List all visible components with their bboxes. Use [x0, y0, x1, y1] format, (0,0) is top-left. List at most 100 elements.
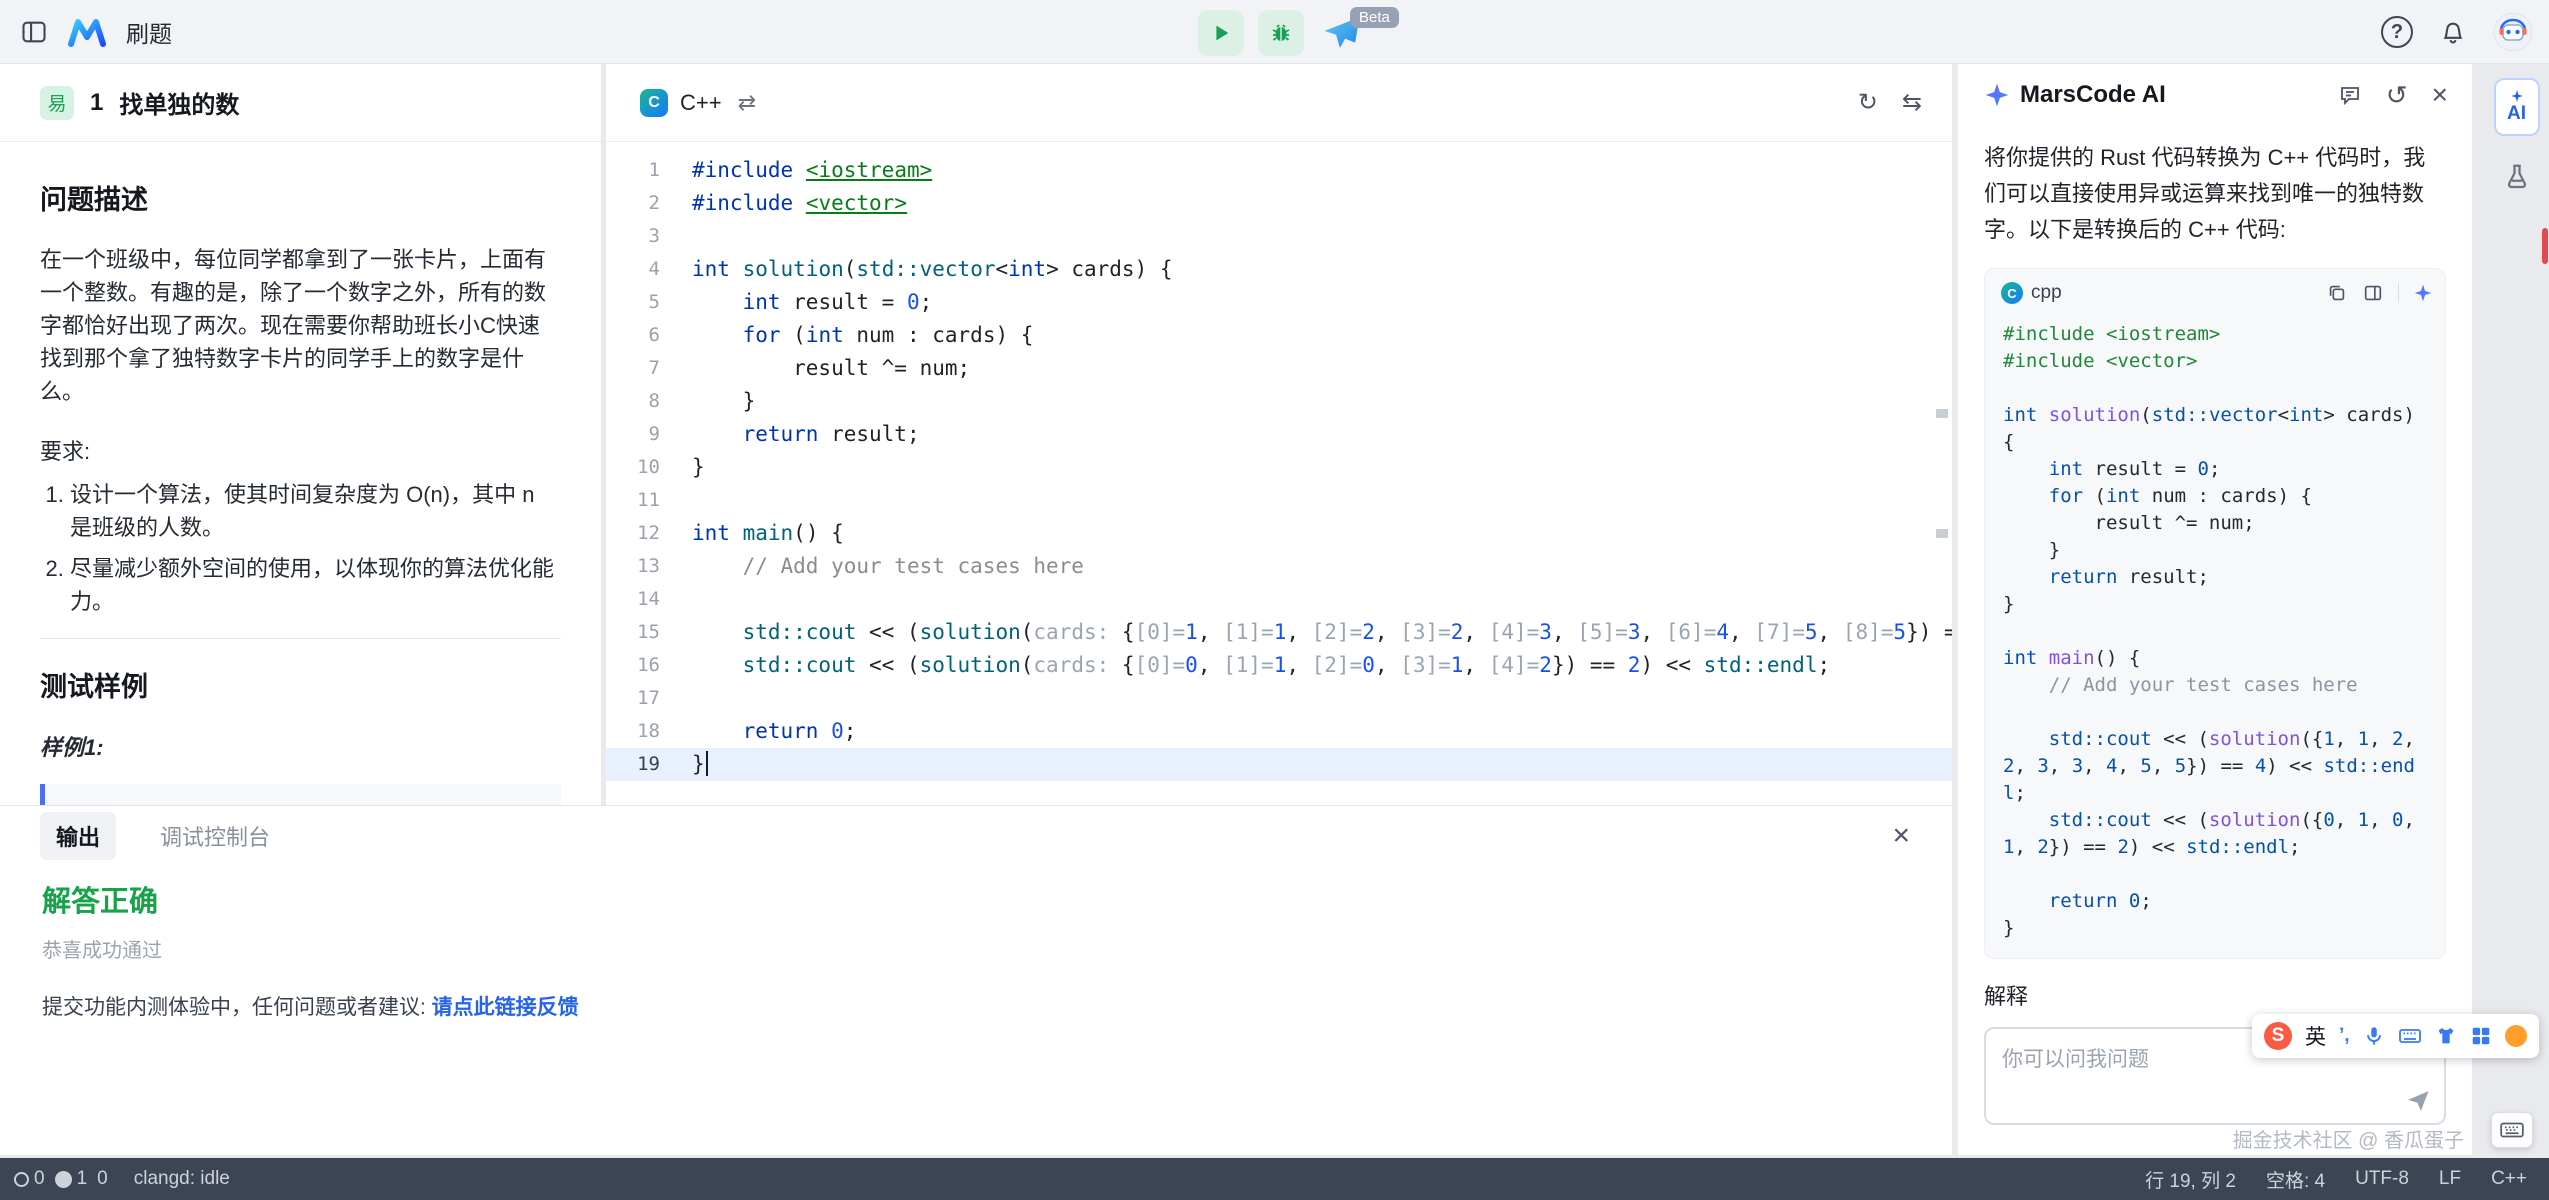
beta-badge: Beta [1350, 7, 1399, 28]
feedback-link[interactable]: 请点此链接反馈 [432, 996, 579, 1019]
code-line[interactable]: 18 return 0; [606, 715, 1952, 748]
ime-emoji-icon[interactable] [2505, 1025, 2527, 1047]
right-toolbar: AI [2484, 64, 2549, 1158]
code-line[interactable]: 15 std::cout << (solution(cards: {[0]=1,… [606, 616, 1952, 649]
ai-panel-title: MarsCode AI [2020, 81, 2166, 109]
result-title: 解答正确 [42, 878, 1910, 920]
copy-code-icon[interactable] [2326, 282, 2348, 304]
code-line[interactable]: 17 [606, 682, 1952, 715]
tab-debug-console[interactable]: 调试控制台 [160, 820, 270, 852]
cursor-position[interactable]: 行 19, 列 2 [2145, 1166, 2236, 1193]
sogou-logo-icon[interactable]: S [2264, 1022, 2292, 1050]
ime-keyboard-icon[interactable] [2398, 1024, 2422, 1048]
requirement-item: 设计一个算法，使其时间复杂度为 O(n)，其中 n 是班级的人数。 [70, 478, 561, 544]
ai-code-line: } [2003, 591, 2427, 618]
ai-history-icon[interactable]: ↺ [2386, 80, 2408, 111]
indentation-setting[interactable]: 空格: 4 [2266, 1166, 2325, 1193]
cpp-language-icon: C [640, 89, 668, 117]
ai-code-line: int main() { [2003, 645, 2427, 672]
code-line[interactable]: 5 int result = 0; [606, 286, 1952, 319]
ai-code-body: #include <iostream>#include <vector> int… [1985, 317, 2445, 958]
error-circle-icon [14, 1172, 29, 1187]
explain-label: 解释 [1984, 979, 2446, 1011]
requirement-item: 尽量减少额外空间的使用，以体现你的算法优化能力。 [70, 552, 561, 618]
language-switch-icon[interactable]: ⇄ [738, 90, 756, 116]
code-line[interactable]: 9 return result; [606, 418, 1952, 451]
feedback-text: 提交功能内测体验中，任何问题或者建议: [42, 996, 432, 1019]
problems-warnings-indicator[interactable]: 1 [55, 1168, 88, 1190]
editor-code: 1#include <iostream>2#include <vector>34… [606, 142, 1952, 781]
notifications-bell-icon[interactable] [2439, 18, 2467, 46]
ai-code-card: C cpp #include <iostream>#include <vecto… [1984, 268, 2446, 959]
sidebar-toggle-icon[interactable] [20, 18, 48, 46]
problems-errors-indicator[interactable]: 0 [14, 1168, 45, 1190]
console-close-icon[interactable]: × [1892, 819, 1910, 853]
overview-ruler-mark [1936, 409, 1948, 418]
code-line[interactable]: 13 // Add your test cases here [606, 550, 1952, 583]
insert-code-icon[interactable] [2362, 282, 2384, 304]
code-line[interactable]: 19} [606, 748, 1952, 781]
ime-mic-icon[interactable] [2363, 1025, 2385, 1047]
code-line[interactable]: 3 [606, 220, 1952, 253]
reset-code-icon[interactable]: ↻ [1858, 88, 1878, 117]
send-icon[interactable] [2404, 1087, 2432, 1115]
problems-info-indicator[interactable]: 0 [97, 1168, 108, 1190]
compare-code-icon[interactable]: ⇆ [1902, 88, 1922, 117]
code-line[interactable]: 10} [606, 451, 1952, 484]
code-line[interactable]: 4int solution(std::vector<int> cards) { [606, 253, 1952, 286]
ai-code-line: return result; [2003, 564, 2427, 591]
marscode-logo-icon [68, 17, 106, 47]
editor-tabbar: C C++ ⇄ ↻ ⇆ [606, 64, 1952, 142]
code-line[interactable]: 6 for (int num : cards) { [606, 319, 1952, 352]
ime-language-toggle[interactable]: 英 [2305, 1021, 2326, 1051]
lsp-status[interactable]: clangd: idle [134, 1168, 230, 1190]
ai-panel: MarsCode AI ↺ × 将你提供的 Rust 代码转换为 C++ 代码时… [1958, 64, 2472, 1155]
debug-button[interactable] [1258, 10, 1304, 56]
ime-skin-icon[interactable] [2435, 1025, 2457, 1047]
problem-panel: 易 1 找单独的数 问题描述 在一个班级中，每位同学都拿到了一张卡片，上面有一个… [0, 64, 602, 805]
code-line[interactable]: 11 [606, 484, 1952, 517]
ime-punctuation-toggle[interactable]: ’, [2339, 1025, 2350, 1047]
lab-flask-icon[interactable] [2502, 162, 2532, 192]
ai-code-line: // Add your test cases here [2003, 672, 2427, 699]
code-line[interactable]: 7 result ^= num; [606, 352, 1952, 385]
encoding-setting[interactable]: UTF-8 [2355, 1168, 2409, 1190]
ai-assistant-button[interactable]: AI [2494, 78, 2540, 136]
ai-magic-icon[interactable] [2413, 283, 2433, 303]
help-icon[interactable]: ? [2381, 16, 2413, 48]
ai-code-line [2003, 861, 2427, 888]
sample-label: 样例1: [40, 730, 561, 762]
code-line[interactable]: 2#include <vector> [606, 187, 1952, 220]
ime-toolbar: S 英 ’, [2252, 1014, 2539, 1058]
language-mode[interactable]: C++ [2491, 1168, 2527, 1190]
editor-language-tab[interactable]: C++ [680, 90, 722, 116]
divider [2398, 283, 2399, 303]
code-line[interactable]: 1#include <iostream> [606, 154, 1952, 187]
eol-setting[interactable]: LF [2439, 1168, 2461, 1190]
ai-code-line: int solution(std::vector<int> cards) { [2003, 402, 2427, 456]
samples-heading: 测试样例 [40, 665, 561, 704]
topbar: 刷题 Beta ? [0, 0, 2549, 64]
code-line[interactable]: 12int main() { [606, 517, 1952, 550]
code-line[interactable]: 8 } [606, 385, 1952, 418]
tab-output[interactable]: 输出 [40, 812, 116, 860]
code-line[interactable]: 14 [606, 583, 1952, 616]
result-subtitle: 恭喜成功通过 [42, 934, 1910, 963]
cpp-language-icon: C [2001, 282, 2023, 304]
ime-keyboard-button[interactable] [2491, 1112, 2533, 1148]
ai-code-line: std::cout << (solution({0, 1, 0, 1, 2}) … [2003, 807, 2427, 861]
run-button[interactable] [1198, 10, 1244, 56]
ai-sparkle-icon [1984, 82, 2010, 108]
ai-code-line: } [2003, 915, 2427, 942]
code-line[interactable]: 16 std::cout << (solution(cards: {[0]=0,… [606, 649, 1952, 682]
text-cursor [706, 751, 708, 776]
problem-title: 找单独的数 [119, 85, 239, 120]
code-block-language: cpp [2031, 282, 2062, 304]
problem-number: 1 [90, 89, 103, 117]
ai-close-icon[interactable]: × [2432, 79, 2448, 111]
sample-input: 输入: cards = [1, 1, 2, 2, 3, 3, 4, 5, 5] [65, 798, 541, 805]
ai-feedback-icon[interactable] [2338, 83, 2362, 107]
ai-code-line [2003, 618, 2427, 645]
ime-grid-icon[interactable] [2470, 1025, 2492, 1047]
user-avatar[interactable] [2493, 12, 2533, 52]
